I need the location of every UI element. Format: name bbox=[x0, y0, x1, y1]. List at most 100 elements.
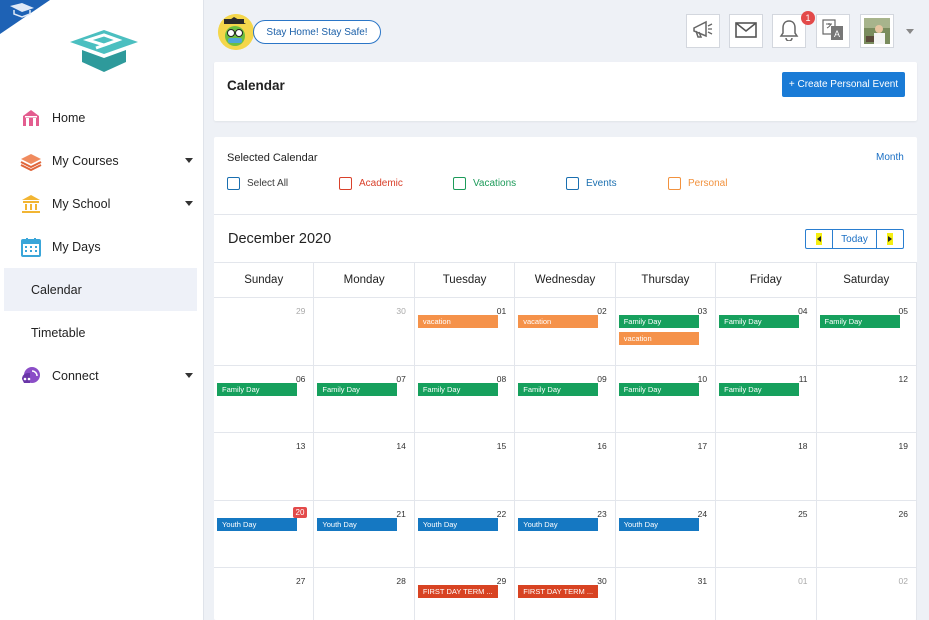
next-month-button[interactable] bbox=[877, 230, 903, 248]
day-cell[interactable]: 18 bbox=[716, 433, 817, 501]
weekday-header: Sunday bbox=[214, 263, 315, 298]
sidebar-item-connect[interactable]: Connect bbox=[4, 354, 197, 397]
page-title: Calendar bbox=[227, 78, 285, 93]
day-cell[interactable]: 29 FIRST DAY TERM ... bbox=[415, 568, 516, 620]
sidebar-item-my-school[interactable]: My School bbox=[4, 182, 197, 225]
day-cell[interactable]: 01 bbox=[716, 568, 817, 620]
day-number: 06 bbox=[295, 373, 306, 384]
day-cell[interactable]: 16 bbox=[515, 433, 616, 501]
sidebar-item-my-days[interactable]: My Days bbox=[4, 225, 197, 268]
filter-events[interactable]: Events bbox=[566, 177, 617, 190]
day-cell[interactable]: 22 Youth Day bbox=[414, 500, 516, 568]
selected-calendar-label: Selected Calendar bbox=[227, 152, 318, 164]
calendar-event[interactable]: Family Day bbox=[819, 315, 900, 328]
divider bbox=[214, 214, 917, 215]
chevron-down-icon[interactable] bbox=[185, 158, 193, 163]
day-cell[interactable]: 17 bbox=[615, 433, 717, 501]
calendar-event[interactable]: vacation bbox=[417, 315, 498, 328]
translate-icon: A bbox=[822, 18, 844, 44]
month-view-link[interactable]: Month bbox=[876, 152, 904, 163]
calendar-event[interactable]: FIRST DAY TERM ... bbox=[518, 585, 599, 598]
day-cell[interactable]: 20 Youth Day bbox=[214, 500, 315, 568]
create-personal-event-button[interactable]: + Create Personal Event bbox=[782, 72, 905, 97]
calendar-event[interactable]: Youth Day bbox=[618, 517, 699, 531]
calendar-event[interactable]: Youth Day bbox=[518, 517, 599, 531]
day-cell[interactable]: 19 bbox=[816, 433, 917, 501]
day-cell[interactable]: 09 Family Day bbox=[515, 365, 616, 433]
day-cell[interactable]: 06 Family Day bbox=[214, 365, 315, 433]
language-button[interactable]: A bbox=[816, 14, 850, 48]
mascot-avatar[interactable] bbox=[218, 14, 254, 50]
announcements-button[interactable] bbox=[686, 14, 720, 48]
calendar-event[interactable]: Family Day bbox=[317, 382, 398, 396]
day-cell[interactable]: 24 Youth Day bbox=[615, 500, 717, 568]
day-cell[interactable]: 28 bbox=[314, 568, 415, 620]
school-logo-icon bbox=[70, 30, 138, 72]
day-cell[interactable]: 25 bbox=[716, 500, 817, 568]
day-cell[interactable]: 30 FIRST DAY TERM ... bbox=[515, 568, 616, 620]
calendar-event[interactable]: Youth Day bbox=[417, 517, 498, 531]
day-cell[interactable]: 10 Family Day bbox=[615, 365, 717, 433]
calendar-event[interactable]: FIRST DAY TERM ... bbox=[417, 585, 498, 598]
messages-button[interactable] bbox=[729, 14, 763, 48]
weekday-header: Wednesday bbox=[515, 263, 616, 298]
day-cell[interactable]: 11 Family Day bbox=[716, 365, 817, 433]
chat-icon bbox=[20, 365, 42, 387]
day-cell[interactable]: 21 Youth Day bbox=[314, 500, 415, 568]
calendar-event[interactable]: Family Day bbox=[618, 382, 699, 396]
profile-avatar[interactable] bbox=[860, 14, 894, 48]
calendar-event[interactable]: Family Day bbox=[618, 315, 699, 328]
checkbox[interactable] bbox=[566, 177, 579, 190]
day-cell[interactable]: 23 Youth Day bbox=[515, 500, 616, 568]
day-cell[interactable]: 02 vacation bbox=[515, 298, 616, 366]
day-cell[interactable]: 15 bbox=[414, 433, 516, 501]
filter-label: Vacations bbox=[473, 178, 517, 189]
chevron-down-icon[interactable] bbox=[185, 373, 193, 378]
day-number: 18 bbox=[798, 441, 808, 451]
day-cell[interactable]: 30 bbox=[314, 298, 415, 366]
prev-month-button[interactable] bbox=[806, 230, 832, 248]
stay-home-pill[interactable]: Stay Home! Stay Safe! bbox=[253, 20, 381, 44]
sidebar-item-my-courses[interactable]: My Courses bbox=[4, 139, 197, 182]
calendar-event[interactable]: Youth Day bbox=[317, 517, 398, 531]
day-number: 02 bbox=[597, 306, 607, 316]
calendar-event[interactable]: Family Day bbox=[719, 315, 800, 328]
calendar-event[interactable]: Youth Day bbox=[217, 517, 297, 531]
calendar-event[interactable]: Family Day bbox=[719, 382, 800, 396]
chevron-down-icon[interactable] bbox=[185, 201, 193, 206]
checkbox[interactable] bbox=[453, 177, 466, 190]
day-cell[interactable]: 07 Family Day bbox=[314, 365, 415, 433]
day-cell[interactable]: 08 Family Day bbox=[414, 365, 516, 433]
sidebar-item-timetable[interactable]: Timetable bbox=[4, 311, 197, 354]
day-cell[interactable]: 29 bbox=[214, 298, 315, 366]
sidebar-item-calendar[interactable]: Calendar bbox=[4, 268, 197, 311]
day-cell[interactable]: 05 Family Day bbox=[816, 298, 917, 366]
day-cell[interactable]: 26 bbox=[816, 500, 917, 568]
checkbox[interactable] bbox=[227, 177, 240, 190]
day-cell[interactable]: 14 bbox=[314, 433, 415, 501]
day-cell[interactable]: 12 bbox=[816, 365, 917, 433]
day-cell[interactable]: 02 bbox=[817, 568, 917, 620]
day-cell[interactable]: 04 Family Day bbox=[716, 298, 817, 366]
checkbox[interactable] bbox=[339, 177, 352, 190]
filter-select-all[interactable]: Select All bbox=[227, 177, 288, 190]
day-cell[interactable]: 27 bbox=[214, 568, 315, 620]
calendar-event[interactable]: vacation bbox=[518, 315, 599, 328]
day-cell[interactable]: 03 Family Day vacation bbox=[615, 298, 717, 366]
day-cell[interactable]: 01 vacation bbox=[414, 298, 516, 366]
calendar-event[interactable]: Family Day bbox=[518, 382, 599, 396]
checkbox[interactable] bbox=[668, 177, 681, 190]
bell-icon bbox=[779, 19, 799, 44]
calendar-event[interactable]: Family Day bbox=[417, 382, 498, 396]
filter-academic[interactable]: Academic bbox=[339, 177, 403, 190]
calendar-event[interactable]: Family Day bbox=[217, 382, 297, 396]
day-cell[interactable]: 13 bbox=[214, 433, 315, 501]
app-corner-icon[interactable] bbox=[0, 0, 50, 34]
day-cell[interactable]: 31 bbox=[616, 568, 717, 620]
filter-vacations[interactable]: Vacations bbox=[453, 177, 516, 190]
profile-menu-chevron-icon[interactable] bbox=[906, 29, 914, 34]
calendar-event[interactable]: vacation bbox=[618, 332, 699, 345]
sidebar-item-home[interactable]: Home bbox=[4, 96, 197, 139]
today-button[interactable]: Today bbox=[832, 230, 877, 248]
filter-personal[interactable]: Personal bbox=[668, 177, 727, 190]
